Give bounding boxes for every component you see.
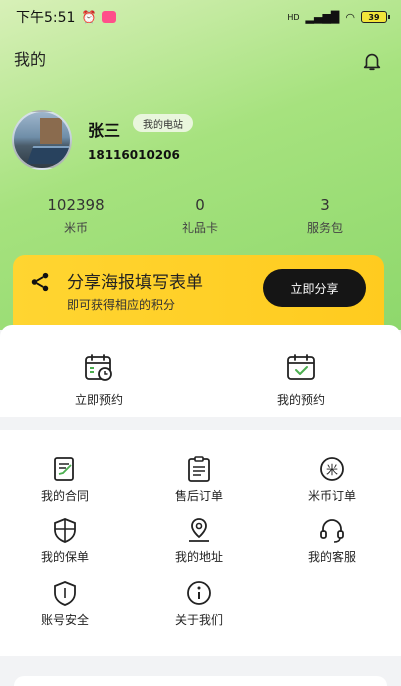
menu-after-sales-orders[interactable]: 售后订单 xyxy=(139,455,259,504)
share-now-button[interactable]: 立即分享 xyxy=(263,269,366,307)
menu-label: 我的地址 xyxy=(174,550,223,564)
avatar-house-shape xyxy=(40,118,62,144)
my-bookings-button[interactable]: 我的预约 xyxy=(241,352,361,408)
stat-label: 米币 xyxy=(63,221,88,235)
banner-title: 分享海报填写表单 xyxy=(67,273,203,293)
my-station-tag[interactable]: 我的电站 xyxy=(133,114,193,132)
stat-service-pack[interactable]: 3 服务包 xyxy=(265,196,385,236)
info-icon xyxy=(187,581,211,605)
bell-icon[interactable] xyxy=(361,50,383,72)
signal-icon: ▂▄▆█ xyxy=(305,10,340,24)
clipboard-icon xyxy=(188,456,210,482)
app-notification-icon xyxy=(102,11,117,23)
network-label: HD xyxy=(287,12,300,22)
contract-icon xyxy=(54,457,74,481)
coin-icon: 米 xyxy=(320,457,344,481)
menu-label: 我的合同 xyxy=(40,489,89,503)
stat-value: 3 xyxy=(320,196,330,214)
calendar-check-icon xyxy=(287,354,315,380)
menu-my-contract[interactable]: 我的合同 xyxy=(5,455,125,504)
menu-my-customer-service[interactable]: 我的客服 xyxy=(272,516,392,565)
location-icon xyxy=(189,518,209,542)
bottom-card xyxy=(14,676,387,686)
wifi-icon: ◠ xyxy=(345,10,355,24)
stat-mi-coin[interactable]: 102398 米币 xyxy=(16,196,136,236)
page-title: 我的 xyxy=(14,50,47,69)
quick-action-label: 立即预约 xyxy=(74,393,123,407)
menu-mi-coin-orders[interactable]: 米 米币订单 xyxy=(272,455,392,504)
service-menu-card: 我的合同 售后订单 米 米币订单 我的保单 我的地址 我的客服 账号安全 关于我… xyxy=(0,430,401,656)
stat-gift-card[interactable]: 0 礼品卡 xyxy=(140,196,260,236)
quick-actions-card: 立即预约 我的预约 xyxy=(0,325,401,417)
svg-text:米: 米 xyxy=(326,463,338,477)
menu-label: 我的客服 xyxy=(307,550,356,564)
menu-label: 米币订单 xyxy=(307,489,356,503)
menu-about-us[interactable]: 关于我们 xyxy=(139,579,259,628)
shield-icon xyxy=(54,581,76,606)
status-bar: 下午5:51 ⏰ HD ▂▄▆█ ◠ 39 xyxy=(0,0,401,34)
menu-my-address[interactable]: 我的地址 xyxy=(139,516,259,565)
avatar[interactable] xyxy=(12,110,72,170)
menu-label: 我的保单 xyxy=(40,550,89,564)
stat-value: 102398 xyxy=(47,196,105,214)
calendar-clock-icon xyxy=(85,354,112,381)
share-poster-banner: 分享海报填写表单 即可获得相应的积分 立即分享 xyxy=(13,255,384,325)
stat-value: 0 xyxy=(195,196,205,214)
menu-account-security[interactable]: 账号安全 xyxy=(5,579,125,628)
battery-icon: 39 xyxy=(361,11,390,23)
user-name: 张三 xyxy=(88,121,121,140)
alarm-icon: ⏰ xyxy=(81,10,97,24)
shield-plus-icon xyxy=(54,518,76,543)
banner-subtitle: 即可获得相应的积分 xyxy=(67,298,176,312)
menu-label: 售后订单 xyxy=(174,489,223,503)
quick-action-label: 我的预约 xyxy=(276,393,325,407)
user-phone: 18116010206 xyxy=(88,148,180,162)
share-icon xyxy=(31,272,49,292)
stat-label: 服务包 xyxy=(306,221,343,235)
menu-my-policy[interactable]: 我的保单 xyxy=(5,516,125,565)
stat-label: 礼品卡 xyxy=(181,221,218,235)
headset-icon xyxy=(320,519,344,543)
avatar-solar-panel-shape xyxy=(26,146,70,164)
menu-label: 账号安全 xyxy=(40,613,89,627)
menu-label: 关于我们 xyxy=(174,613,223,627)
book-now-button[interactable]: 立即预约 xyxy=(39,352,159,408)
status-time: 下午5:51 xyxy=(16,10,76,26)
